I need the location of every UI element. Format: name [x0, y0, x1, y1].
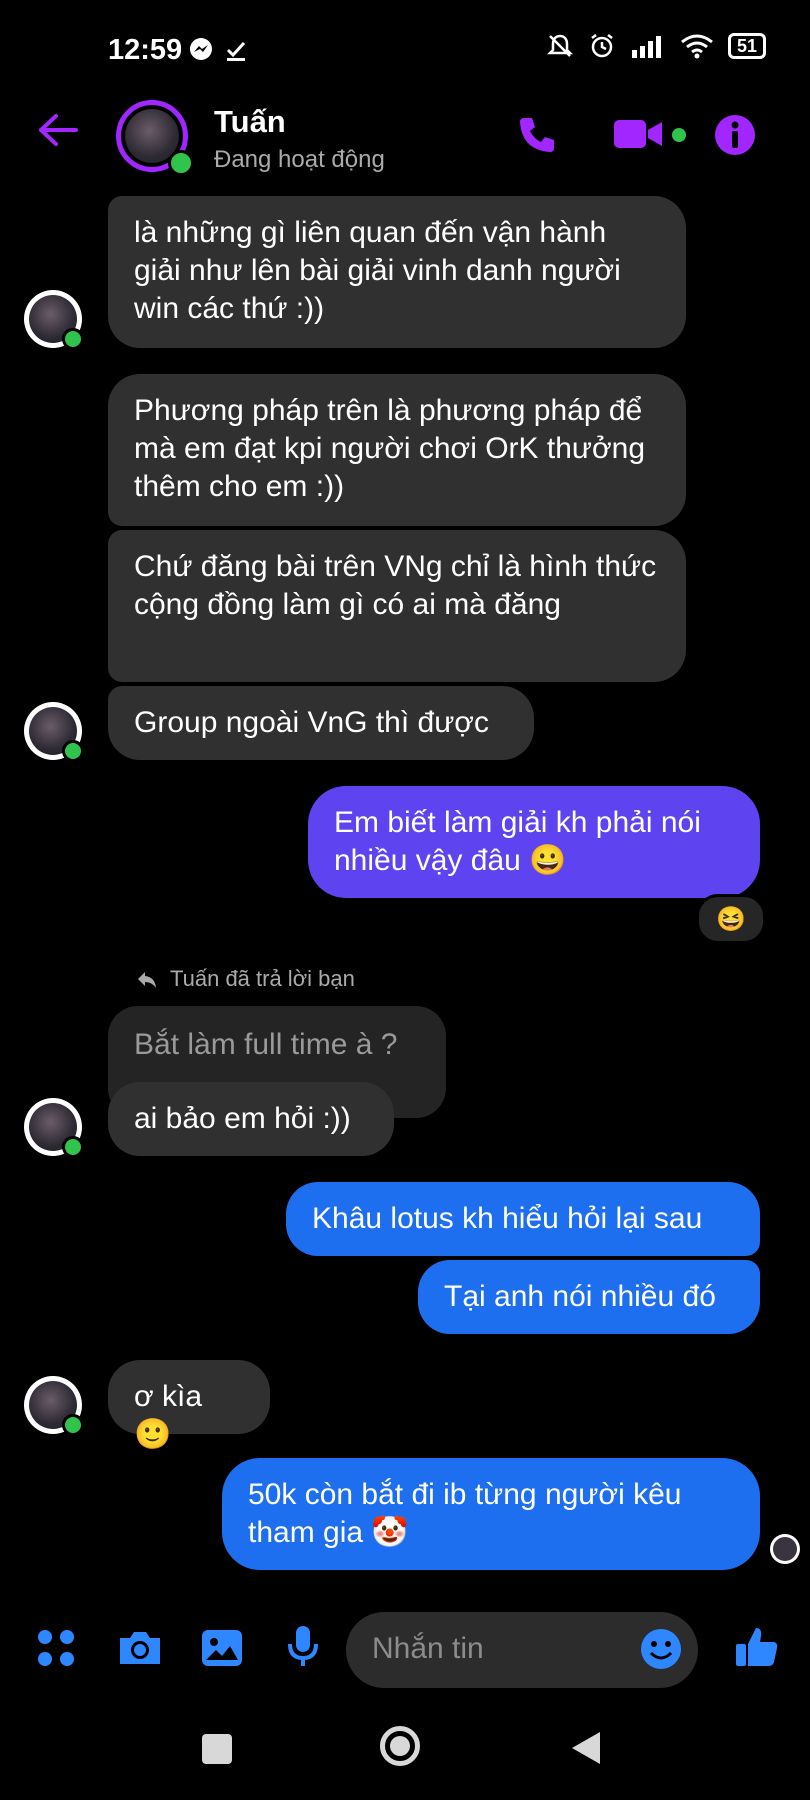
video-call-icon[interactable] — [612, 116, 664, 157]
online-indicator — [168, 150, 194, 176]
outgoing-message[interactable]: Tại anh nói nhiều đó — [418, 1260, 760, 1334]
wifi-icon — [681, 34, 713, 59]
sender-avatar[interactable] — [24, 1098, 84, 1158]
sender-avatar[interactable] — [24, 1376, 84, 1436]
gallery-icon[interactable] — [200, 1628, 244, 1673]
contact-status: Đang hoạt động — [214, 146, 385, 173]
incoming-message[interactable]: Chứ đăng bài trên VNg chỉ là hình thức c… — [108, 530, 686, 682]
incoming-message[interactable]: Phương pháp trên là phương pháp để mà em… — [108, 374, 686, 526]
signal-icon — [631, 36, 661, 58]
mute-icon — [546, 34, 573, 57]
contact-name[interactable]: Tuấn — [214, 104, 286, 140]
outgoing-message[interactable]: Khâu lotus kh hiểu hỏi lại sau — [286, 1182, 760, 1256]
message-reaction[interactable]: 😆 — [696, 894, 766, 944]
reply-icon — [136, 970, 158, 995]
microphone-icon[interactable] — [286, 1624, 320, 1675]
seen-indicator-avatar — [770, 1534, 800, 1564]
info-icon[interactable] — [714, 114, 756, 161]
alarm-icon — [591, 34, 613, 58]
incoming-message[interactable]: Group ngoài VnG thì được — [108, 686, 534, 760]
outgoing-message[interactable]: 50k còn bắt đi ib từng người kêu tham gi… — [222, 1458, 760, 1570]
back-button[interactable] — [36, 112, 78, 153]
like-icon[interactable] — [734, 1624, 780, 1675]
incoming-message[interactable]: ơ kìa 🙂 — [108, 1360, 270, 1451]
recent-apps-button[interactable] — [202, 1734, 232, 1764]
message-input-placeholder: Nhắn tin — [372, 1632, 484, 1665]
status-icons: 51 — [546, 32, 766, 60]
status-time: 12:59 — [108, 34, 183, 66]
home-button[interactable] — [380, 1726, 420, 1766]
messenger-icon — [188, 36, 214, 67]
system-back-button[interactable] — [570, 1730, 602, 1771]
incoming-message[interactable]: ai bảo em hỏi :)) — [108, 1082, 394, 1156]
emoji-icon[interactable] — [640, 1628, 682, 1675]
download-icon — [224, 38, 248, 67]
incoming-message[interactable]: là những gì liên quan đến vận hành giải … — [108, 196, 686, 348]
sender-avatar[interactable] — [24, 290, 84, 350]
phone-call-icon[interactable] — [516, 114, 558, 161]
sender-avatar[interactable] — [24, 702, 84, 762]
outgoing-message[interactable]: Em biết làm giải kh phải nói nhiều vậy đ… — [308, 786, 760, 898]
apps-menu-icon[interactable] — [36, 1628, 76, 1673]
video-active-dot — [672, 128, 686, 142]
camera-icon[interactable] — [116, 1628, 164, 1673]
reply-label: Tuấn đã trả lời bạn — [170, 966, 355, 991]
battery-indicator: 51 — [727, 33, 766, 59]
